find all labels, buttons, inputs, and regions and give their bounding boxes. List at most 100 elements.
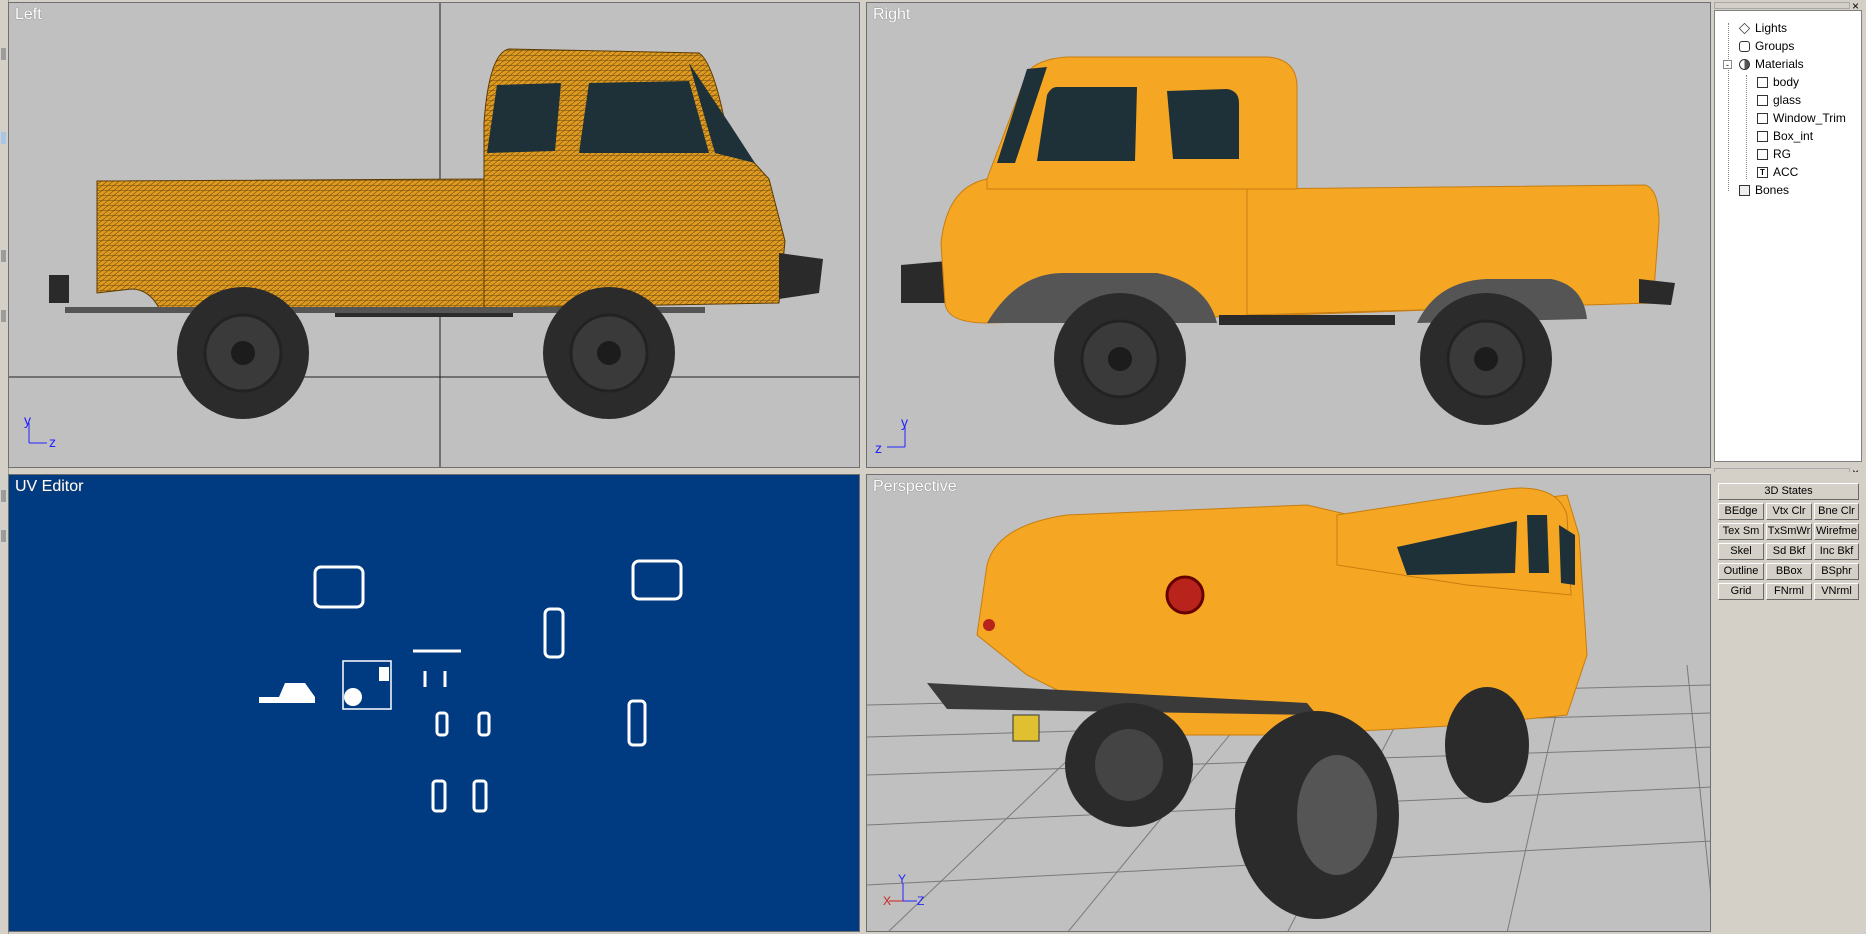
uv-island [379,667,389,681]
outline-button[interactable]: Outline [1718,563,1764,580]
uv-island [344,688,362,706]
skel-button[interactable]: Skel [1718,543,1764,560]
light-icon [1738,22,1751,34]
tree-item-label: RG [1773,147,1791,161]
rear-wheel [1420,293,1552,425]
bones-icon [1739,184,1750,196]
rear-wheel [177,287,309,419]
toolbar-marker [1,530,6,542]
tree-item-label: body [1773,75,1800,89]
material-square-icon [1757,76,1768,88]
tree-item-label: Bones [1755,183,1790,197]
axis-label-y: y [901,414,908,430]
inc-bkf-button[interactable]: Inc Bkf [1814,543,1859,560]
tree-item-label: ACC [1773,165,1799,179]
bedge-button[interactable]: BEdge [1718,503,1764,520]
viewport-title: Perspective [873,478,957,495]
toolbar-marker [1,250,6,262]
tree-guide-line [1746,75,1747,179]
toolbar-marker [1,310,6,322]
tree-item-bones[interactable]: Bones [1739,182,1789,198]
sd-bkf-button[interactable]: Sd Bkf [1766,543,1812,560]
vnrml-button[interactable]: VNrml [1814,583,1859,600]
tex-sm-button[interactable]: Tex Sm [1718,523,1764,540]
axis-label-x: X [883,894,891,908]
axis-label-z: z [875,440,882,456]
txsmwr-button[interactable]: TxSmWr [1766,523,1812,540]
bsphr-button[interactable]: BSphr [1814,563,1859,580]
tree-item-material-box-int[interactable]: Box_int [1757,128,1813,144]
perspective-viewport[interactable]: Perspective Y X Z [866,474,1711,932]
uv-island [313,565,365,609]
viewport-title: UV Editor [15,478,84,495]
tree-item-label: Groups [1755,39,1795,53]
vtx-clr-button[interactable]: Vtx Clr [1766,503,1812,520]
wirefme-button[interactable]: Wirefme [1814,523,1859,540]
grid-button[interactable]: Grid [1718,583,1764,600]
axis-gizmo [28,423,47,444]
truck-side-wireframe [49,48,823,317]
axis-label-z: Z [917,894,924,908]
left-viewport[interactable]: Left y z [8,2,860,468]
truck-side-solid [901,56,1675,325]
tree-item-materials[interactable]: Materials [1739,56,1804,72]
rear-tire-left [1065,703,1193,827]
axis-gizmo [887,427,906,448]
tree-item-material-window-trim[interactable]: Window_Trim [1757,110,1846,126]
uv-island [472,779,488,813]
groups-icon [1739,40,1750,52]
tree-item-label: Box_int [1773,129,1814,143]
material-square-icon [1757,112,1768,124]
toolbar-marker [1,48,6,60]
tree-item-label: Window_Trim [1773,111,1846,125]
texture-icon: T [1757,166,1768,178]
tree-item-groups[interactable]: Groups [1739,38,1794,54]
axis-label-z: z [49,434,56,450]
tree-item-material-glass[interactable]: glass [1757,92,1801,108]
bne-clr-button[interactable]: Bne Clr [1814,503,1859,520]
uv-island [435,711,449,737]
tree-item-lights[interactable]: Lights [1738,20,1788,36]
tree-item-material-body[interactable]: body [1757,74,1799,90]
bbox-button[interactable]: BBox [1766,563,1812,580]
uv-island [543,607,565,659]
front-wheel [543,287,675,419]
3d-states-panel: 3D States BEdge Vtx Clr Bne Clr Tex Sm T… [1714,472,1862,932]
left-view-canvas[interactable]: y z [9,3,860,468]
viewport-title: Left [15,6,42,23]
tree-panel-titlebar[interactable] [1714,2,1850,9]
tree-item-label: Materials [1755,57,1804,71]
tree-item-label: Lights [1755,21,1788,35]
uv-island [477,711,491,737]
material-square-icon [1757,94,1768,106]
right-view-canvas[interactable]: y z [867,3,1711,468]
axis-label-y: Y [898,872,906,886]
viewport-title: Right [873,6,911,23]
perspective-canvas[interactable]: Y X Z [867,475,1711,932]
materials-icon [1739,58,1750,70]
material-square-icon [1757,148,1768,160]
3d-states-header-button[interactable]: 3D States [1718,483,1859,500]
uv-island [627,699,647,747]
uv-canvas[interactable] [9,475,860,932]
uv-island [259,683,315,703]
tree-item-material-acc[interactable]: T ACC [1757,164,1798,180]
material-square-icon [1757,130,1768,142]
fnrml-button[interactable]: FNrml [1766,583,1812,600]
tree-guide-line [1728,23,1729,191]
collapse-toggle-materials[interactable]: - [1723,60,1732,70]
scene-tree-panel[interactable]: - Lights Groups Materials body glass Win… [1714,10,1862,462]
tree-item-label: glass [1773,93,1802,107]
uv-editor-viewport[interactable]: UV Editor [8,474,860,932]
axis-label-y: y [24,412,31,428]
uv-islands [313,559,683,813]
rear-tire-right [1235,711,1399,919]
right-viewport[interactable]: Right y z [866,2,1711,468]
uv-island [431,779,447,813]
front-tire-right [1445,687,1529,803]
front-wheel [1054,293,1186,425]
tree-item-material-rg[interactable]: RG [1757,146,1791,162]
uv-island [631,559,683,601]
toolbar-marker [1,490,6,502]
toolbar-marker [1,132,6,144]
